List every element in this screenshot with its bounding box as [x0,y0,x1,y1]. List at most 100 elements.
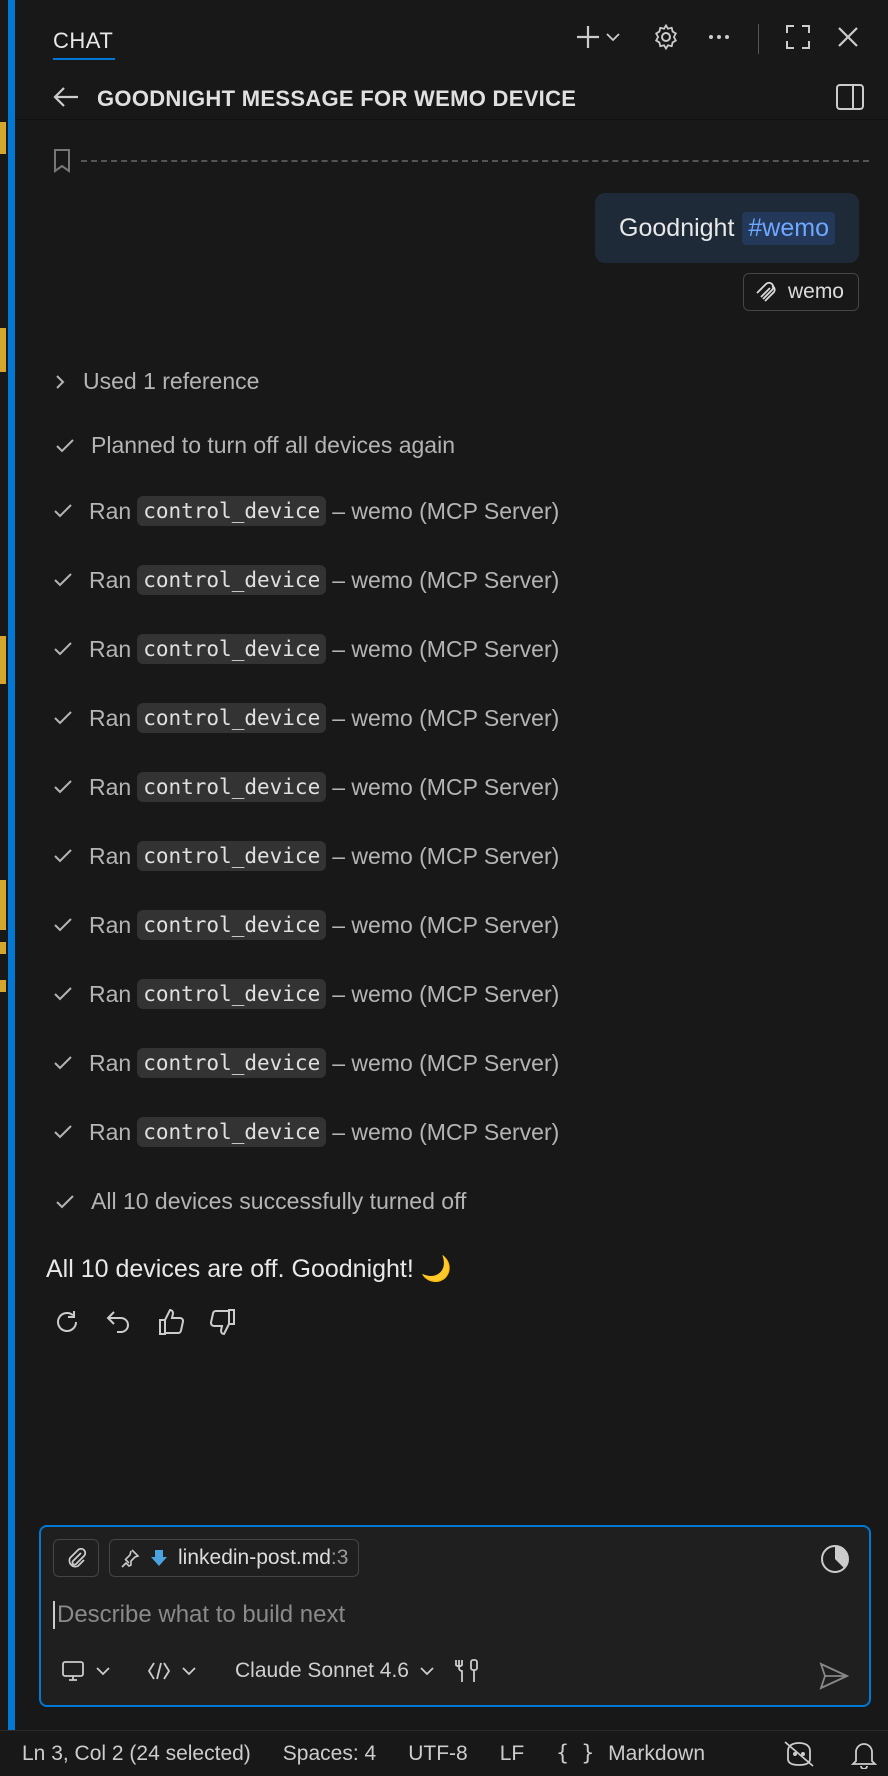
close-button[interactable] [833,22,863,52]
step-source: – wemo (MCP Server) [332,980,560,1007]
eol-status[interactable]: LF [500,1742,525,1766]
undo-button[interactable] [103,1306,135,1338]
tool-name-code: control_device [137,703,327,733]
new-chat-dropdown[interactable] [603,22,623,52]
step-prefix: Ran [89,704,132,731]
chevron-down-icon [182,1667,196,1676]
response-actions [51,1306,239,1338]
cursor-position[interactable]: Ln 3, Col 2 (24 selected) [22,1742,251,1766]
maximize-button[interactable] [783,22,813,52]
tool-step-row[interactable]: Ran control_device – wemo (MCP Server) [51,841,559,871]
indentation-status[interactable]: Spaces: 4 [283,1742,376,1766]
step-source: – wemo (MCP Server) [332,773,560,800]
tool-step-row[interactable]: All 10 devices successfully turned off [53,1188,466,1215]
chevron-right-icon [56,374,65,389]
context-chip-label: wemo [787,280,844,303]
mode-picker[interactable] [147,1660,197,1682]
check-icon [54,711,72,725]
thumbs-up-icon [159,1308,184,1335]
check-icon [51,568,75,592]
braces-icon: { } [556,1741,595,1765]
editor-gutter-strip [0,0,8,1730]
step-source: – wemo (MCP Server) [332,1118,560,1145]
context-tag[interactable]: #wemo [742,211,835,245]
refresh-icon [57,1311,77,1332]
check-icon [54,849,72,863]
attached-file-chip[interactable]: linkedin-post.md:3 [109,1539,360,1577]
plus-icon [577,26,599,48]
chat-prompt-input[interactable]: Describe what to build next [53,1601,345,1629]
settings-button[interactable] [651,22,681,52]
session-header: GOODNIGHT MESSAGE FOR WEMO DEVICE [15,74,888,120]
chat-header: CHAT [15,0,888,72]
thumbs-down-icon [210,1309,235,1336]
header-separator [758,24,759,54]
chevron-down-icon [606,33,620,42]
ellipsis-icon [709,35,729,39]
copilot-status-icon[interactable] [782,1739,816,1775]
check-icon [51,982,75,1006]
thumbs-down-button[interactable] [207,1306,239,1338]
tool-step-row[interactable]: Ran control_device – wemo (MCP Server) [51,703,559,733]
tool-step-row[interactable]: Ran control_device – wemo (MCP Server) [51,565,559,595]
tool-step-row[interactable]: Ran control_device – wemo (MCP Server) [51,1117,559,1147]
tool-name-code: control_device [137,496,327,526]
maximize-icon [786,25,810,49]
attach-context-button[interactable] [53,1539,99,1577]
toggle-sidebar-button[interactable] [833,82,867,112]
check-icon [54,573,72,587]
model-picker[interactable]: Claude Sonnet 4.6 [235,1659,435,1683]
tool-step-row[interactable]: Ran control_device – wemo (MCP Server) [51,979,559,1009]
tool-step-row[interactable]: Planned to turn off all devices again [53,432,455,459]
new-chat-button[interactable] [573,22,603,52]
attached-context-chip[interactable]: wemo [742,273,859,311]
agent-target-picker[interactable] [61,1660,111,1682]
code-mode-icon [147,1662,171,1680]
thumbs-up-button[interactable] [155,1306,187,1338]
context-usage-icon[interactable] [819,1543,851,1575]
retry-button[interactable] [51,1306,83,1338]
used-references-toggle[interactable]: Used 1 reference [53,368,259,395]
step-source: – wemo (MCP Server) [332,1049,560,1076]
check-icon [56,438,74,452]
configure-tools-button[interactable] [453,1657,481,1685]
more-actions-button[interactable] [704,22,734,52]
tool-step-row[interactable]: Ran control_device – wemo (MCP Server) [51,910,559,940]
tool-step-row[interactable]: Ran control_device – wemo (MCP Server) [51,496,559,526]
input-toolbar: Claude Sonnet 4.6 [61,1657,481,1685]
language-mode[interactable]: { } Markdown [556,1741,705,1766]
step-source: – wemo (MCP Server) [332,497,560,524]
back-button[interactable] [51,82,81,112]
tool-name-code: control_device [137,910,327,940]
arrow-left-icon [53,87,78,107]
send-button[interactable] [817,1659,851,1693]
tool-step-row[interactable]: Ran control_device – wemo (MCP Server) [51,1048,559,1078]
model-name: Claude Sonnet 4.6 [235,1659,409,1682]
close-icon [838,27,858,47]
tool-step-row[interactable]: Ran control_device – wemo (MCP Server) [51,772,559,802]
file-name: linkedin-post.md [178,1546,331,1569]
step-prefix: Ran [89,980,132,1007]
encoding-status[interactable]: UTF-8 [408,1742,468,1766]
step-text: All 10 devices successfully turned off [91,1188,467,1214]
step-prefix: Ran [89,635,132,662]
check-icon [54,504,72,518]
check-icon [56,1194,74,1208]
check-icon [54,642,72,656]
check-icon [54,1056,72,1070]
check-icon [53,434,77,458]
notifications-icon[interactable] [848,1739,880,1775]
send-icon [819,1662,849,1690]
tool-name-code: control_device [137,565,327,595]
tool-name-code: control_device [137,634,327,664]
tool-name-code: control_device [137,1048,327,1078]
tool-step-row[interactable]: Ran control_device – wemo (MCP Server) [51,634,559,664]
bookmark-icon[interactable] [51,148,73,179]
sidebar-panel-icon [836,84,864,110]
monitor-icon [62,1661,84,1681]
step-prefix: Ran [89,911,132,938]
language-mode-label: Markdown [608,1742,706,1765]
references-label: Used 1 reference [83,368,260,394]
check-icon [51,1051,75,1075]
check-icon [51,499,75,523]
